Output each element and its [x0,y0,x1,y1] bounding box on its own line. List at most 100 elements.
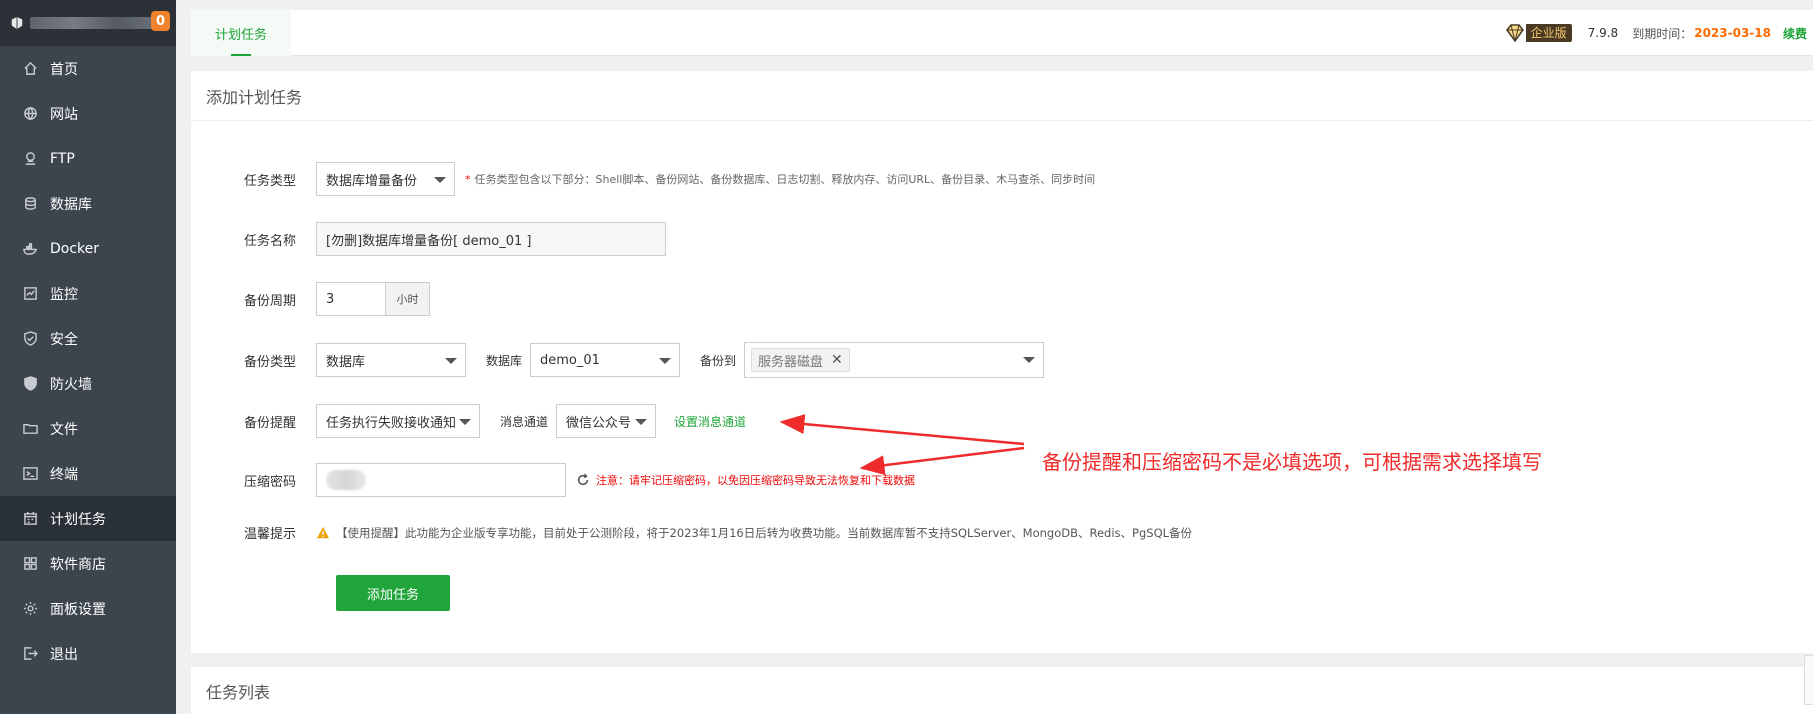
sidebar-item-label: Docker [50,240,100,257]
compress-password-input[interactable] [316,463,566,497]
task-name-value: [勿删]数据库增量备份[ demo_01 ] [326,233,532,249]
logout-icon [22,646,38,662]
sidebar-item-label: 数据库 [50,196,92,213]
backup-type-label: 备份类型 [243,354,296,370]
chevron-down-icon [1023,357,1036,363]
renew-link[interactable]: 续费 [1783,25,1807,42]
backup-to-label: 备份到 [700,353,737,368]
sidebar-item-app-store[interactable]: 软件商店 [0,541,176,586]
database-select[interactable]: demo_01 [530,343,681,377]
tab-cron[interactable]: 计划任务 [191,10,291,56]
task-name-input[interactable]: [勿删]数据库增量备份[ demo_01 ] [316,222,666,256]
task-type-label: 任务类型 [243,173,296,189]
panel-title: 添加计划任务 [191,71,1813,121]
compress-password-label: 压缩密码 [243,474,296,490]
chevron-down-icon [434,177,446,183]
sidebar-item-security[interactable]: 安全 [0,316,176,361]
edition-label: 企业版 [1525,24,1572,42]
version-text: 7.9.8 [1587,26,1619,40]
sidebar-item-panel-settings[interactable]: 面板设置 [0,586,176,631]
sidebar-item-ftp[interactable]: FTP [0,136,176,181]
backup-reminder-value: 任务执行失败接收通知 [326,415,457,431]
tip-row: 温馨提示 【使用提醒】此功能为企业版专享功能，目前处于公测阶段，将于2023年1… [191,523,1192,543]
server-hostname-redacted [30,17,160,29]
expire-label: 到期时间： [1632,26,1693,41]
backup-period-label: 备份周期 [243,293,296,309]
sidebar-item-label: 文件 [50,421,78,438]
apps-icon [22,556,38,572]
task-name-label: 任务名称 [243,233,296,249]
warning-icon [316,526,330,538]
database-value: demo_01 [540,352,600,368]
add-task-button[interactable]: 添加任务 [336,575,450,611]
task-type-hint: * 任务类型包含以下部分：Shell脚本、备份网站、备份数据库、日志切割、释放内存… [465,171,1095,187]
shield-icon [22,331,38,347]
close-icon[interactable]: ✕ [831,352,843,368]
backup-reminder-label: 备份提醒 [243,415,296,431]
sidebar-item-label: FTP [50,150,75,167]
terminal-icon [22,466,38,482]
sidebar-menu: 首页 网站 FTP 数据库 Docker 监控 安全 防火墙 文件 终端 计划任… [0,46,176,676]
database-icon [22,196,38,212]
chevron-down-icon [659,358,672,364]
compress-password-row: 压缩密码 注意：请牢记压缩密码，以免因压缩密码导致无法恢复和下载数据 [191,463,915,497]
diamond-icon [1505,24,1524,43]
backup-to-select[interactable]: 服务器磁盘 ✕ [744,342,1045,378]
sidebar-item-label: 防火墙 [50,376,92,393]
sidebar-item-files[interactable]: 文件 [0,406,176,451]
sidebar-item-cron[interactable]: 计划任务 [0,496,176,541]
task-type-value: 数据库增量备份 [326,173,418,189]
task-type-row: 任务类型 数据库增量备份 * 任务类型包含以下部分：Shell脚本、备份网站、备份… [191,162,1095,196]
backup-type-row: 备份类型 数据库 数据库 demo_01 备份到 服务器磁盘 ✕ [191,342,1045,378]
folder-icon [22,421,38,437]
sidebar-item-terminal[interactable]: 终端 [0,451,176,496]
channel-select[interactable]: 微信公众号 [556,404,657,438]
chevron-down-icon [635,419,648,425]
sidebar-item-label: 网站 [50,106,78,123]
backup-period-unit: 小时 [386,282,430,316]
enterprise-badge[interactable]: 企业版 [1504,23,1572,43]
backup-reminder-select[interactable]: 任务执行失败接收通知 [316,404,480,438]
notification-badge[interactable]: 0 [151,11,170,31]
expire-date: 2023-03-18 [1694,26,1771,40]
sidebar-item-home[interactable]: 首页 [0,46,176,91]
edition-info: 企业版 7.9.8 到期时间： 2023-03-18 续费 [1504,22,1813,44]
sidebar: 0 首页 网站 FTP 数据库 Docker 监控 安全 防火墙 文件 终端 计… [0,0,176,714]
task-list-panel: 任务列表 [191,667,1813,714]
sidebar-item-label: 终端 [50,466,78,483]
sidebar-item-database[interactable]: 数据库 [0,181,176,226]
server-header: 0 [0,0,176,46]
backup-type-select[interactable]: 数据库 [316,343,466,377]
sidebar-item-monitor[interactable]: 监控 [0,271,176,316]
channel-label: 消息通道 [500,414,549,429]
annotation-text: 备份提醒和压缩密码不是必填选项，可根据需求选择填写 [1042,450,1542,474]
sidebar-item-label: 软件商店 [50,556,106,573]
sidebar-item-label: 安全 [50,331,78,348]
scroll-handle[interactable] [1804,655,1813,705]
task-list-title: 任务列表 [206,682,271,702]
sidebar-item-label: 面板设置 [50,601,106,618]
set-channel-link[interactable]: 设置消息通道 [674,413,746,430]
task-type-select[interactable]: 数据库增量备份 [316,162,455,196]
sidebar-item-label: 退出 [50,646,78,663]
sidebar-item-firewall[interactable]: 防火墙 [0,361,176,406]
add-task-panel: 添加计划任务 任务类型 数据库增量备份 * 任务类型包含以下部分：Shell脚本、… [191,71,1813,653]
database-label: 数据库 [486,353,523,368]
sidebar-item-label: 计划任务 [50,511,106,528]
backup-period-value: 3 [326,291,335,307]
monitor-icon [22,286,38,302]
submit-row: 添加任务 [336,575,450,611]
backup-period-input[interactable]: 3 [316,282,386,316]
password-value-redacted [326,470,366,490]
chevron-down-icon [445,358,457,364]
refresh-icon[interactable] [576,473,590,487]
sidebar-item-website[interactable]: 网站 [0,91,176,136]
backup-to-tag-label: 服务器磁盘 [758,354,824,370]
backup-reminder-row: 备份提醒 任务执行失败接收通知 消息通道 微信公众号 设置消息通道 [191,404,746,438]
sidebar-item-label: 监控 [50,286,78,303]
password-warning: 注意：请牢记压缩密码，以免因压缩密码导致无法恢复和下载数据 [596,474,915,487]
sidebar-item-docker[interactable]: Docker [0,226,176,271]
sidebar-item-logout[interactable]: 退出 [0,631,176,676]
docker-icon [22,241,38,257]
chevron-down-icon [459,419,471,425]
